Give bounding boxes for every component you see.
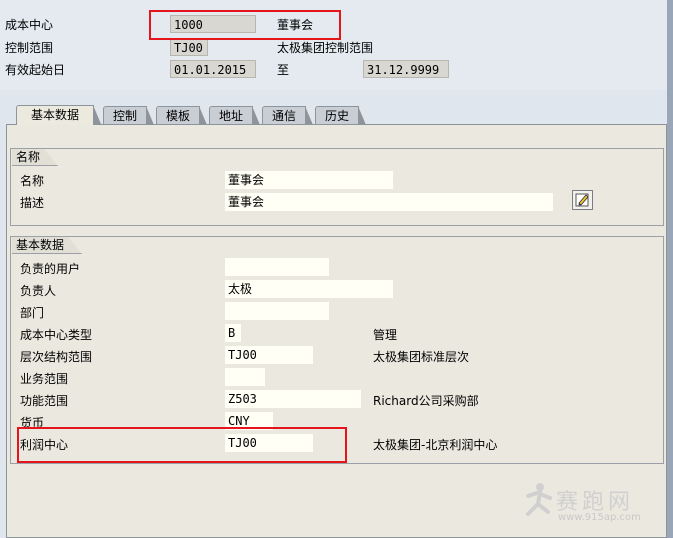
to-label: 至 [277,63,290,77]
edit-text-button[interactable] [572,190,593,210]
responsible-user-label: 负责的用户 [20,262,81,276]
tab-history[interactable]: 历史 [315,106,366,125]
cost-center-category-label: 成本中心类型 [20,328,93,342]
description-field[interactable]: 董事会 [225,193,553,211]
department-field[interactable] [225,302,329,320]
person-responsible-field[interactable]: 太极 [225,280,393,298]
valid-from-field[interactable]: 01.01.2015 [170,60,256,78]
pencil-edit-icon [575,193,589,207]
runner-logo-icon [526,483,552,516]
functional-area-label: 功能范围 [20,394,69,408]
cost-center-category-field[interactable]: B [225,324,241,342]
valid-from-label: 有效起始日 [5,63,66,77]
tab-template[interactable]: 模板 [156,106,207,125]
profit-center-desc: 太极集团-北京利润中心 [373,438,498,452]
cost-center-label: 成本中心 [5,18,54,32]
controlling-area-label: 控制范围 [5,41,54,55]
functional-area-field[interactable]: Z503 [225,390,361,408]
window-scrollbar[interactable] [667,0,673,538]
valid-to-field[interactable]: 31.12.9999 [363,60,449,78]
business-area-field[interactable] [225,368,265,386]
watermark-url: www.915ap.com [558,512,641,523]
highlight-box-profit-center [17,427,347,463]
controlling-area-field[interactable]: TJ00 [170,38,208,56]
highlight-box-cost-center [149,10,341,40]
hierarchy-area-desc: 太极集团标准层次 [373,350,470,364]
tab-control[interactable]: 控制 [103,106,154,125]
description-label: 描述 [20,196,45,210]
name-label: 名称 [20,174,45,188]
name-field[interactable]: 董事会 [225,171,393,189]
tab-address[interactable]: 地址 [209,106,260,125]
cost-center-category-desc: 管理 [373,328,398,342]
hierarchy-area-label: 层次结构范围 [20,350,93,364]
controlling-area-desc: 太极集团控制范围 [277,41,374,55]
person-responsible-label: 负责人 [20,284,57,298]
tab-communication[interactable]: 通信 [262,106,313,125]
business-area-label: 业务范围 [20,372,69,386]
hierarchy-area-field[interactable]: TJ00 [225,346,313,364]
functional-area-desc: Richard公司采购部 [373,394,479,408]
responsible-user-field[interactable] [225,258,329,276]
tab-basic-data[interactable]: 基本数据 [16,105,101,125]
department-label: 部门 [20,306,45,320]
